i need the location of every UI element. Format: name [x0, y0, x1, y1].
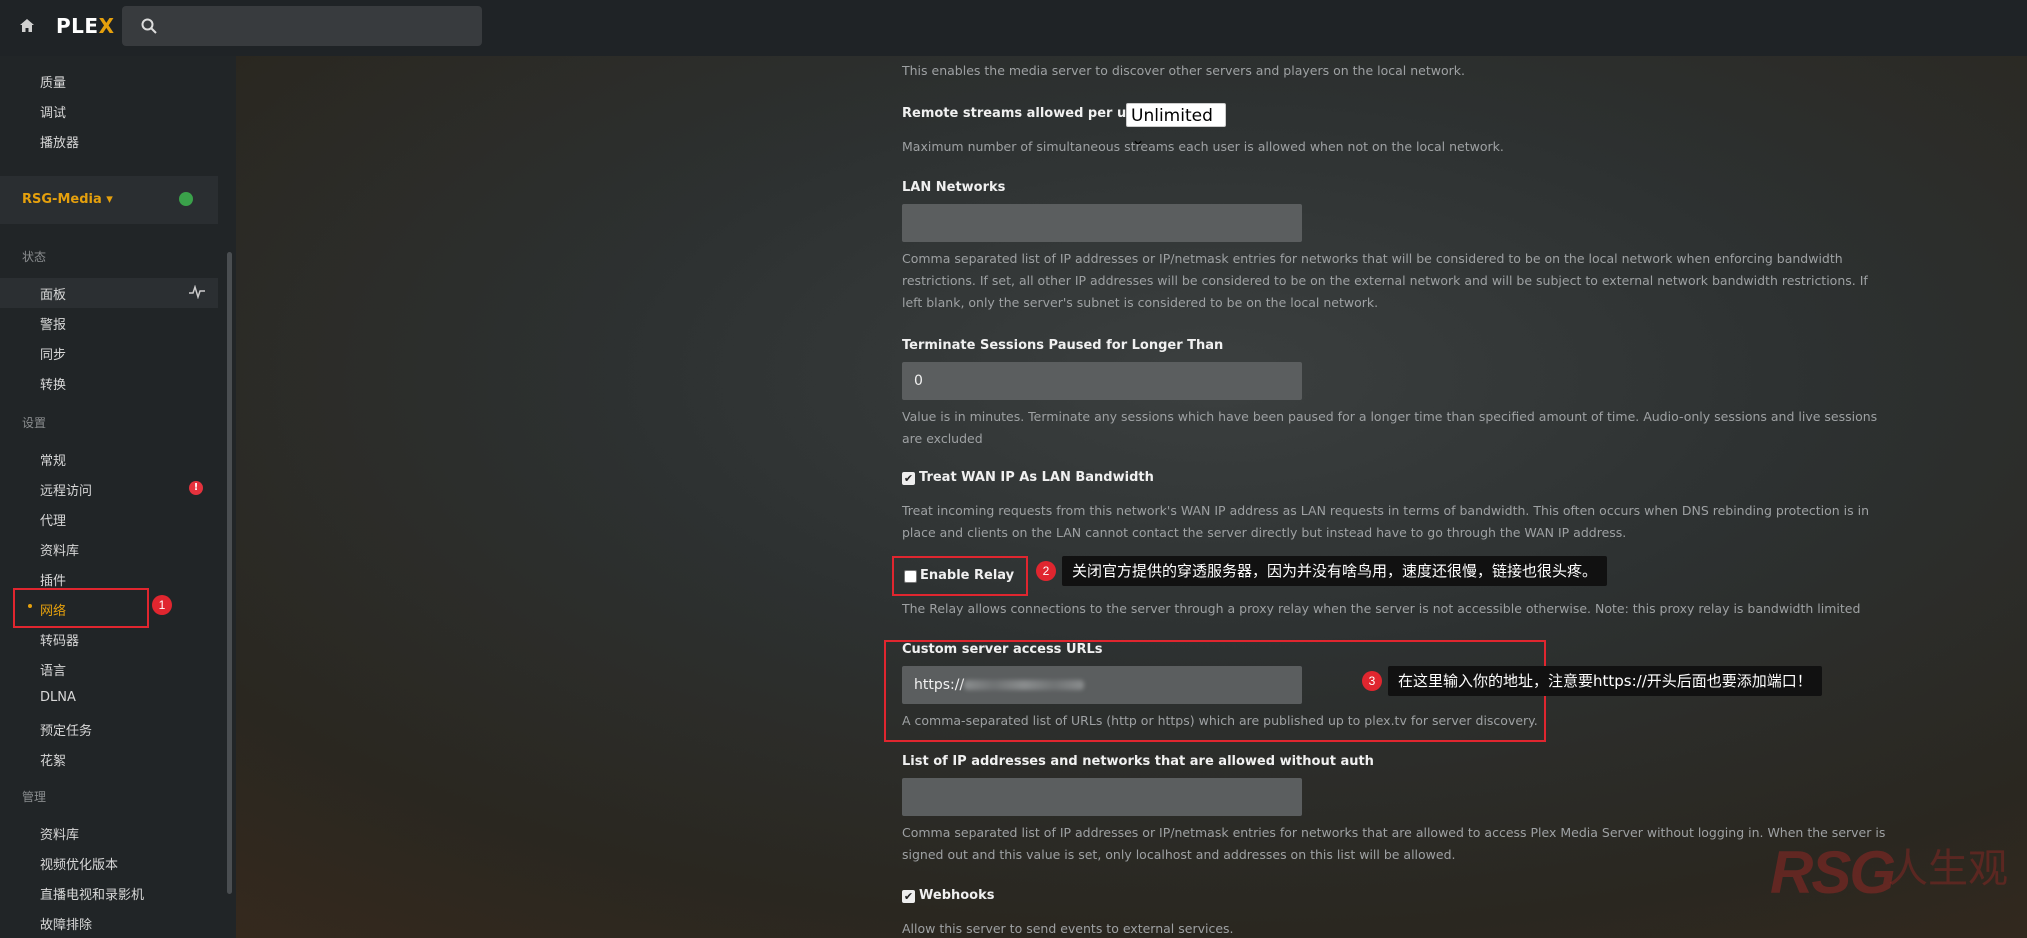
sidebar-item-convert[interactable]: 转换 [40, 374, 66, 393]
activity-icon [189, 285, 205, 299]
sidebar-item-dashboard[interactable]: 面板 [40, 284, 66, 303]
sidebar-item-proxy[interactable]: 代理 [40, 510, 66, 529]
terminate-sessions-input[interactable]: 0 [902, 362, 1302, 400]
wan-lan-checkbox[interactable]: ✔ [902, 472, 915, 485]
wan-lan-label: Treat WAN IP As LAN Bandwidth [919, 470, 1154, 485]
remote-streams-select[interactable]: Unlimited ⌄ [1126, 103, 1226, 150]
sidebar-item-player[interactable]: 播放器 [40, 132, 79, 151]
terminate-sessions-label: Terminate Sessions Paused for Longer Tha… [902, 338, 1224, 353]
sidebar-item-extras[interactable]: 花絮 [40, 750, 66, 769]
webhooks-checkbox[interactable]: ✔ [902, 890, 915, 903]
network-settings-panel: This enables the media server to discove… [236, 56, 2027, 938]
server-name[interactable]: RSG-Media ▾ [22, 192, 113, 207]
wan-lan-description-1: Treat incoming requests from this networ… [902, 503, 1870, 518]
noauth-description-1: Comma separated list of IP addresses or … [902, 825, 1886, 840]
lock-icon [179, 192, 193, 206]
sidebar-dashboard-highlight [0, 278, 218, 308]
section-manage: 管理 [22, 790, 47, 804]
annotation-box-relay [892, 556, 1028, 596]
section-settings: 设置 [22, 416, 47, 430]
section-status: 状态 [22, 250, 47, 264]
home-icon[interactable] [18, 17, 36, 35]
sidebar-item-language[interactable]: 语言 [40, 660, 66, 679]
sidebar-item-library[interactable]: 资料库 [40, 540, 79, 559]
top-bar: PLEX [0, 0, 2027, 56]
lan-networks-description-3: left blank, only the server's subnet is … [902, 295, 1379, 310]
annotation-badge-2: 2 [1036, 561, 1056, 581]
sidebar-item-optimized-versions[interactable]: 视频优化版本 [40, 854, 118, 873]
remote-streams-label: Remote streams allowed per user [902, 106, 1150, 121]
annotation-badge-3: 3 [1362, 671, 1382, 691]
noauth-label: List of IP addresses and networks that a… [902, 754, 1374, 769]
settings-sidebar: 质量 调试 播放器 RSG-Media ▾ 状态 面板 警报 同步 转换 设置 … [0, 56, 236, 938]
watermark-text: 人生观 [1888, 846, 2008, 892]
discover-description: This enables the media server to discove… [902, 63, 1465, 78]
sidebar-item-quality[interactable]: 质量 [40, 72, 66, 91]
plex-logo[interactable]: PLEX [56, 14, 115, 38]
webhooks-label: Webhooks [919, 888, 995, 903]
remote-streams-description: Maximum number of simultaneous streams e… [902, 139, 1504, 154]
annotation-badge-1: 1 [152, 595, 172, 615]
warning-badge: ! [189, 481, 203, 495]
webhooks-description: Allow this server to send events to exte… [902, 921, 1234, 936]
lan-networks-description-2: restrictions. If set, all other IP addre… [902, 273, 1868, 288]
terminate-sessions-description-2: are excluded [902, 431, 983, 446]
annotation-callout-relay: 关闭官方提供的穿透服务器，因为并没有啥鸟用，速度还很慢，链接也很头疼。 [1062, 556, 1608, 586]
sidebar-item-plugins[interactable]: 插件 [40, 570, 66, 589]
annotation-box-network [13, 588, 149, 628]
lan-networks-label: LAN Networks [902, 180, 1006, 195]
lan-networks-description-1: Comma separated list of IP addresses or … [902, 251, 1843, 266]
sidebar-item-remote-access[interactable]: 远程访问 [40, 480, 92, 499]
sidebar-item-debug[interactable]: 调试 [40, 102, 66, 121]
sidebar-item-live-tv-dvr[interactable]: 直播电视和录影机 [40, 884, 144, 903]
sidebar-item-dlna[interactable]: DLNA [40, 690, 76, 705]
search-icon [141, 18, 157, 34]
sidebar-item-general[interactable]: 常规 [40, 450, 66, 469]
search-input[interactable] [122, 6, 482, 46]
sidebar-item-sync[interactable]: 同步 [40, 344, 66, 363]
sidebar-item-scheduled-tasks[interactable]: 预定任务 [40, 720, 92, 739]
sidebar-item-troubleshooting[interactable]: 故障排除 [40, 914, 92, 933]
lan-networks-input[interactable] [902, 204, 1302, 242]
sidebar-item-manage-library[interactable]: 资料库 [40, 824, 79, 843]
relay-description: The Relay allows connections to the serv… [902, 601, 1861, 616]
annotation-callout-custom-url: 在这里输入你的地址，注意要https://开头后面也要添加端口！ [1388, 666, 1822, 696]
wan-lan-description-2: place and clients on the LAN cannot cont… [902, 525, 1627, 540]
sidebar-item-transcoder[interactable]: 转码器 [40, 630, 79, 649]
watermark-logo: RSG [1770, 839, 1896, 906]
sidebar-scrollbar[interactable] [227, 252, 232, 894]
noauth-description-2: signed out and this value is set, only l… [902, 847, 1456, 862]
noauth-input[interactable] [902, 778, 1302, 816]
sidebar-item-alerts[interactable]: 警报 [40, 314, 66, 333]
terminate-sessions-description-1: Value is in minutes. Terminate any sessi… [902, 409, 1878, 424]
